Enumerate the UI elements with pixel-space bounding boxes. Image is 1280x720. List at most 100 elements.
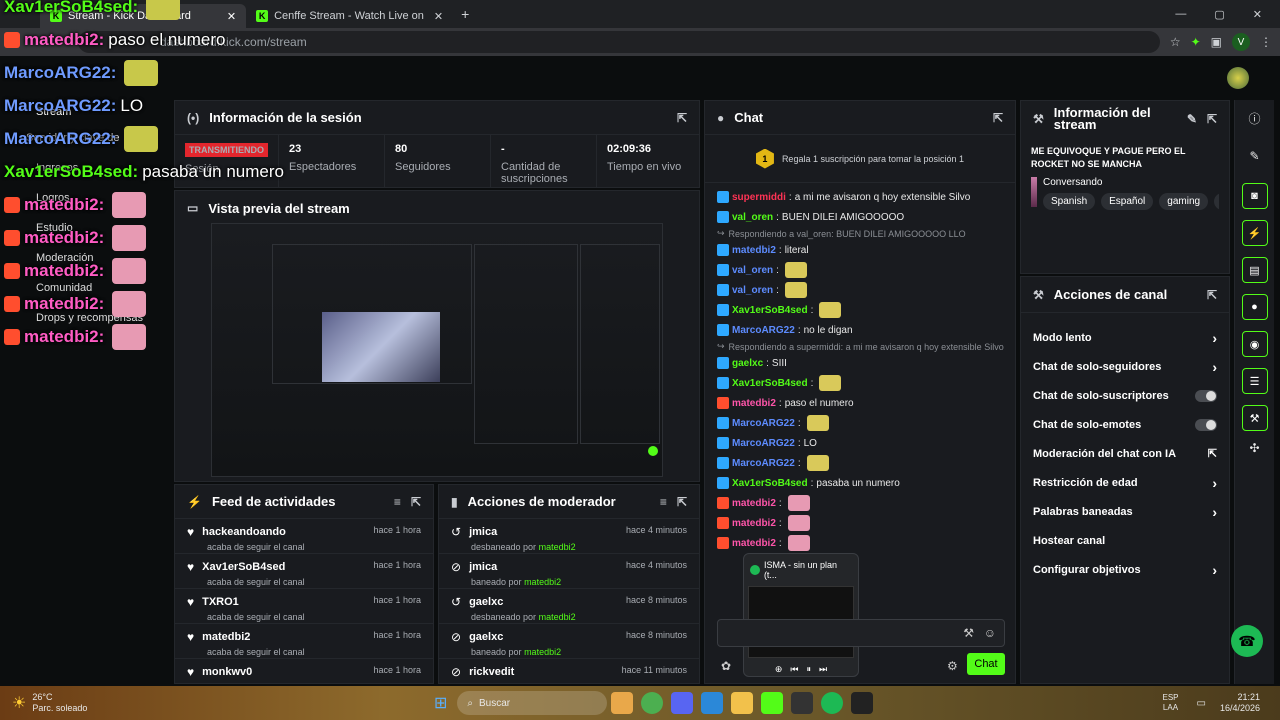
chat-message[interactable]: supermiddi: a mi me avisaron q hoy extens… (705, 187, 1015, 207)
tag-pill[interactable]: Español (1101, 193, 1154, 210)
chat-message[interactable]: Xav1erSoB4sed: pasaba un numero (705, 473, 1015, 493)
chat-username[interactable]: gaelxc (732, 358, 763, 369)
kick-app-icon[interactable] (761, 692, 784, 714)
previous-icon[interactable]: ⏮ (790, 664, 798, 675)
minimize-icon[interactable]: — (1175, 8, 1186, 21)
chat-message[interactable]: val_oren: (705, 280, 1015, 300)
mod-action-item[interactable]: ↺ gaelxc desbaneado por matedbi2 hace 8 min… (439, 589, 699, 624)
chat-message[interactable]: MarcoARG22: LO (705, 433, 1015, 453)
channel-action-item[interactable]: Configurar objetivos › (1021, 555, 1229, 584)
new-tab-button[interactable]: + (453, 6, 477, 22)
user-avatar[interactable] (1227, 67, 1249, 89)
obs-icon[interactable] (791, 692, 814, 714)
tools-icon[interactable]: ⚒ (1241, 405, 1268, 431)
mod-action-item[interactable]: ⊘ jmica baneado por matedbi2 hace 4 minutos (439, 554, 699, 589)
close-icon[interactable]: ✕ (434, 10, 443, 23)
chat-icon[interactable]: ● (1241, 294, 1268, 320)
popout-icon[interactable]: ⇱ (677, 495, 687, 509)
chat-message[interactable]: val_oren: BUEN DILEI AMIGOOOOO (705, 207, 1015, 227)
tag-pill[interactable]: je (1214, 193, 1219, 210)
chat-message[interactable]: matedbi2: (705, 533, 1015, 553)
chat-username[interactable]: MarcoARG22 (732, 418, 795, 429)
channel-action-item[interactable]: Chat de solo-suscriptores (1021, 381, 1229, 410)
chat-username[interactable]: val_oren (732, 285, 773, 296)
feed-item[interactable]: ♥ monkwv0 hace 1 hora (175, 659, 433, 683)
emoji-icon[interactable]: ☺ (984, 626, 996, 640)
chrome-icon[interactable] (641, 692, 664, 714)
bolt-icon[interactable]: ⚡ (1241, 220, 1268, 246)
chat-username[interactable]: Xav1erSoB4sed (732, 478, 808, 489)
extension-icon[interactable]: ✦ (1191, 35, 1201, 49)
filter-icon[interactable]: ≡ (394, 495, 401, 509)
chat-username[interactable]: val_oren (732, 265, 773, 276)
chat-username[interactable]: MarcoARG22 (732, 458, 795, 469)
chat-message[interactable]: Xav1erSoB4sed: (705, 373, 1015, 393)
chat-message[interactable]: val_oren: (705, 260, 1015, 280)
chat-username[interactable]: matedbi2 (732, 498, 776, 509)
network-icon[interactable]: ▭ (1197, 698, 1206, 709)
gift-sub-banner[interactable]: 1 Regala 1 suscripción para tomar la pos… (705, 135, 1015, 183)
toggle-switch[interactable] (1195, 418, 1217, 431)
chat-username[interactable]: matedbi2 (732, 245, 776, 256)
popout-icon[interactable]: ⇱ (677, 111, 687, 125)
pencil-icon[interactable]: ✎ (1235, 149, 1274, 163)
chat-username[interactable]: matedbi2 (732, 538, 776, 549)
epic-icon[interactable] (851, 692, 874, 714)
channel-action-item[interactable]: Chat de solo-emotes (1021, 410, 1229, 439)
chat-message[interactable]: gaelxc: SIII (705, 353, 1015, 373)
files-icon[interactable] (611, 692, 634, 714)
toggle-switch[interactable] (1195, 389, 1217, 402)
clock[interactable]: 21:21 16/4/2026 (1220, 692, 1260, 714)
chat-message[interactable]: matedbi2: literal (705, 240, 1015, 260)
feed-item[interactable]: ♥ matedbi2 acaba de seguir el canal hace 1 … (175, 624, 433, 659)
chat-message[interactable]: MarcoARG22: (705, 453, 1015, 473)
chat-message[interactable]: matedbi2: paso el numero (705, 393, 1015, 413)
chat-username[interactable]: MarcoARG22 (732, 325, 795, 336)
chat-username[interactable]: Xav1erSoB4sed (732, 305, 808, 316)
pause-icon[interactable]: ⏸ (807, 664, 812, 675)
add-icon[interactable]: ⊕ (775, 664, 783, 675)
mod-action-item[interactable]: ⊘ gaelxc baneado por matedbi2 hace 8 minuto… (439, 624, 699, 659)
edge-icon[interactable] (701, 692, 724, 714)
chat-message[interactable]: Xav1erSoB4sed: (705, 300, 1015, 320)
chat-username[interactable]: Xav1erSoB4sed (732, 378, 808, 389)
channel-action-item[interactable]: Chat de solo-seguidores › (1021, 352, 1229, 381)
plugin-icon[interactable]: ✣ (1235, 441, 1274, 455)
next-icon[interactable]: ⏭ (819, 664, 827, 675)
chat-message[interactable]: MarcoARG22: no le digan (705, 320, 1015, 340)
list-icon[interactable]: ☰ (1241, 368, 1268, 394)
puzzle-icon[interactable]: ▣ (1211, 35, 1222, 49)
spotify-popup[interactable]: ISMA - sin un plan (t... ⊕ ⏮ ⏸ ⏭ (743, 553, 859, 677)
menu-dots-icon[interactable]: ⋮ (1260, 35, 1272, 49)
chat-username[interactable]: matedbi2 (732, 518, 776, 529)
spotify-app-icon[interactable] (821, 692, 844, 714)
popout-icon[interactable]: ⇱ (1207, 112, 1217, 126)
popout-icon[interactable]: ⇱ (993, 111, 1003, 125)
channel-action-item[interactable]: Restricción de edad › (1021, 468, 1229, 497)
maximize-icon[interactable]: ▢ (1214, 8, 1224, 21)
info-icon[interactable]: ⓘ (1235, 110, 1274, 127)
windows-start-icon[interactable]: ⊞ (434, 693, 447, 713)
settings-gear-icon[interactable]: ✿ (721, 659, 731, 673)
channel-action-item[interactable]: Modo lento › (1021, 323, 1229, 352)
feed-item[interactable]: ♥ Xav1erSoB4sed acaba de seguir el canal ha… (175, 554, 433, 589)
popout-icon[interactable]: ⇱ (1207, 288, 1217, 302)
chat-message[interactable]: matedbi2: (705, 513, 1015, 533)
chat-message[interactable]: matedbi2: (705, 493, 1015, 513)
popout-icon[interactable]: ⇱ (411, 495, 421, 509)
send-chat-button[interactable]: Chat (967, 653, 1005, 675)
channel-action-item[interactable]: Hostear canal (1021, 526, 1229, 555)
document-icon[interactable]: ▤ (1241, 257, 1268, 283)
support-button[interactable]: ☎ (1231, 625, 1263, 657)
chat-username[interactable]: matedbi2 (732, 398, 776, 409)
chat-username[interactable]: supermiddi (732, 192, 786, 203)
feed-item[interactable]: ♥ TXRO1 acaba de seguir el canal hace 1 hor… (175, 589, 433, 624)
broadcast-icon[interactable]: ◉ (1241, 331, 1268, 357)
emote-picker-icon[interactable]: ⚒ (963, 626, 974, 640)
chat-message[interactable]: MarcoARG22: (705, 413, 1015, 433)
channel-action-item[interactable]: Palabras baneadas › (1021, 497, 1229, 526)
weather-widget[interactable]: ☀ 26°C Parc. soleado (0, 692, 220, 714)
chat-username[interactable]: val_oren (732, 212, 773, 223)
tag-pill[interactable]: Spanish (1043, 193, 1096, 210)
feed-item[interactable]: ♥ hackeandoando acaba de seguir el canal ha… (175, 519, 433, 554)
